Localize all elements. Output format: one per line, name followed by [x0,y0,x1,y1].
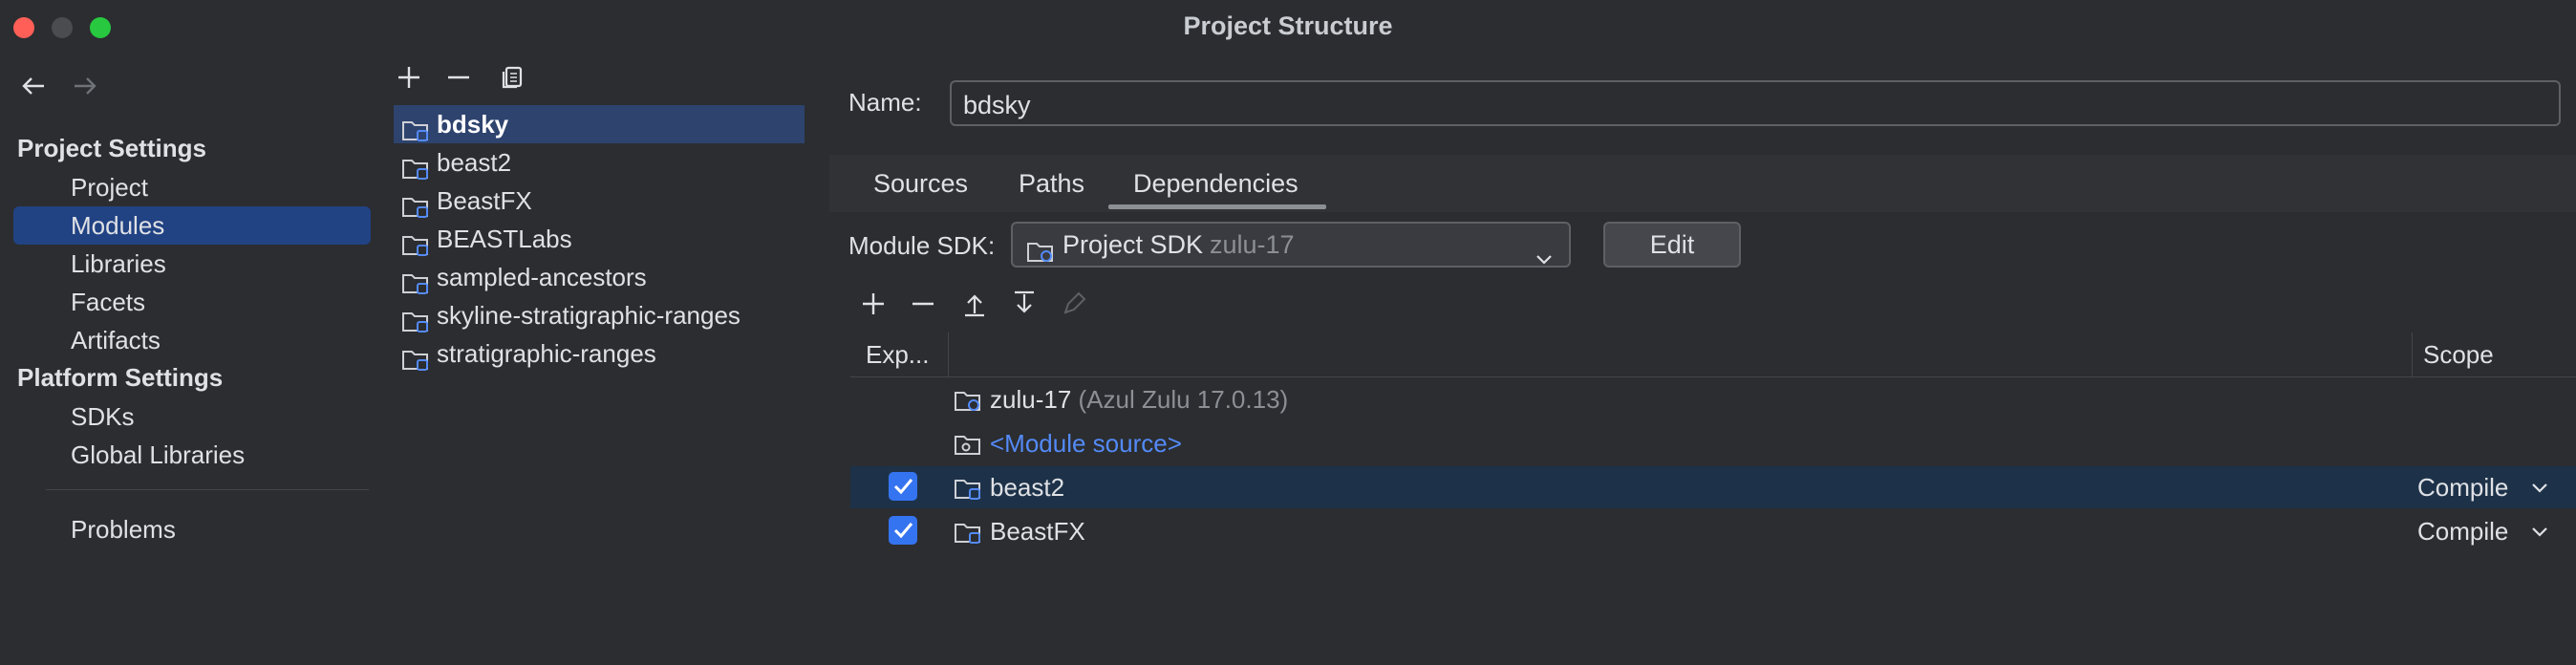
copy-module-icon[interactable] [499,61,526,99]
scope-select[interactable]: Compile [2417,510,2508,552]
sidebar-item-facets[interactable]: Facets [13,283,371,321]
header-divider [850,376,2576,377]
tab-paths[interactable]: Paths [1019,164,1084,203]
module-tabs-bar [829,155,2576,212]
sidebar-item-artifacts[interactable]: Artifacts [13,321,371,359]
name-label: Name: [848,88,922,117]
module-name-input[interactable]: bdsky [950,80,2561,126]
settings-sidebar: Project Settings Project Modules Librari… [0,55,382,665]
module-folder-icon [954,477,982,504]
source-folder-icon [954,433,982,461]
module-item-beastfx[interactable]: BeastFX [394,182,805,220]
export-checkbox[interactable] [889,472,917,501]
column-divider [948,332,949,376]
module-folder-icon [401,343,430,381]
module-folder-icon [954,521,982,548]
add-dependency-icon[interactable] [860,290,887,322]
dependency-row-beastfx[interactable]: BeastFX Compile [850,510,2576,552]
back-arrow-icon[interactable] [19,71,48,109]
dependencies-table-header: Exp... Scope [850,331,2576,378]
sidebar-item-sdks[interactable]: SDKs [13,397,371,436]
edit-sdk-button[interactable]: Edit [1603,222,1741,268]
module-item-bdsky[interactable]: bdsky [394,105,805,143]
module-sdk-label: Module SDK: [848,231,996,260]
column-divider [2412,332,2413,376]
sidebar-item-problems[interactable]: Problems [13,510,371,548]
export-column-header[interactable]: Exp... [866,331,929,378]
sdk-folder-icon [954,389,982,417]
tab-sources[interactable]: Sources [873,164,968,203]
module-item-sampled-ancestors[interactable]: sampled-ancestors [394,258,805,296]
chevron-down-icon[interactable] [2530,480,2549,500]
sdk-folder-icon [1026,233,1055,275]
module-sdk-select[interactable]: Project SDK zulu-17 [1011,222,1571,268]
dependency-row-sdk[interactable]: zulu-17 (Azul Zulu 17.0.13) [850,378,2576,420]
move-down-icon[interactable] [1011,290,1038,322]
sidebar-item-project[interactable]: Project [13,168,371,206]
title-bar: Project Structure [0,0,2576,55]
active-tab-indicator [1108,204,1326,209]
module-item-skyline-stratigraphic-ranges[interactable]: skyline-stratigraphic-ranges [394,296,805,334]
sidebar-divider [46,489,369,490]
dependency-row-module-source[interactable]: <Module source> [850,422,2576,464]
dependency-row-beast2[interactable]: beast2 Compile [850,466,2576,508]
remove-dependency-icon[interactable] [910,290,936,322]
module-item-stratigraphic-ranges[interactable]: stratigraphic-ranges [394,334,805,373]
chevron-down-icon[interactable] [2530,524,2549,544]
project-settings-heading: Project Settings [17,134,206,162]
pencil-icon[interactable] [1061,290,1087,322]
window-title: Project Structure [1183,11,1393,40]
scope-select[interactable]: Compile [2417,466,2508,508]
tab-dependencies[interactable]: Dependencies [1133,164,1299,203]
module-item-beast2[interactable]: beast2 [394,143,805,182]
scope-column-header[interactable]: Scope [2423,331,2494,378]
sidebar-item-libraries[interactable]: Libraries [13,245,371,283]
export-checkbox[interactable] [889,516,917,545]
remove-module-icon[interactable] [445,61,472,99]
add-module-icon[interactable] [396,61,422,99]
forward-arrow-icon[interactable] [71,71,99,109]
module-item-beastlabs[interactable]: BEASTLabs [394,220,805,258]
move-up-icon[interactable] [961,290,988,322]
chevron-down-icon [1535,237,1554,279]
platform-settings-heading: Platform Settings [17,363,224,392]
sidebar-item-modules[interactable]: Modules [13,206,371,245]
sidebar-item-global-libraries[interactable]: Global Libraries [13,436,371,474]
